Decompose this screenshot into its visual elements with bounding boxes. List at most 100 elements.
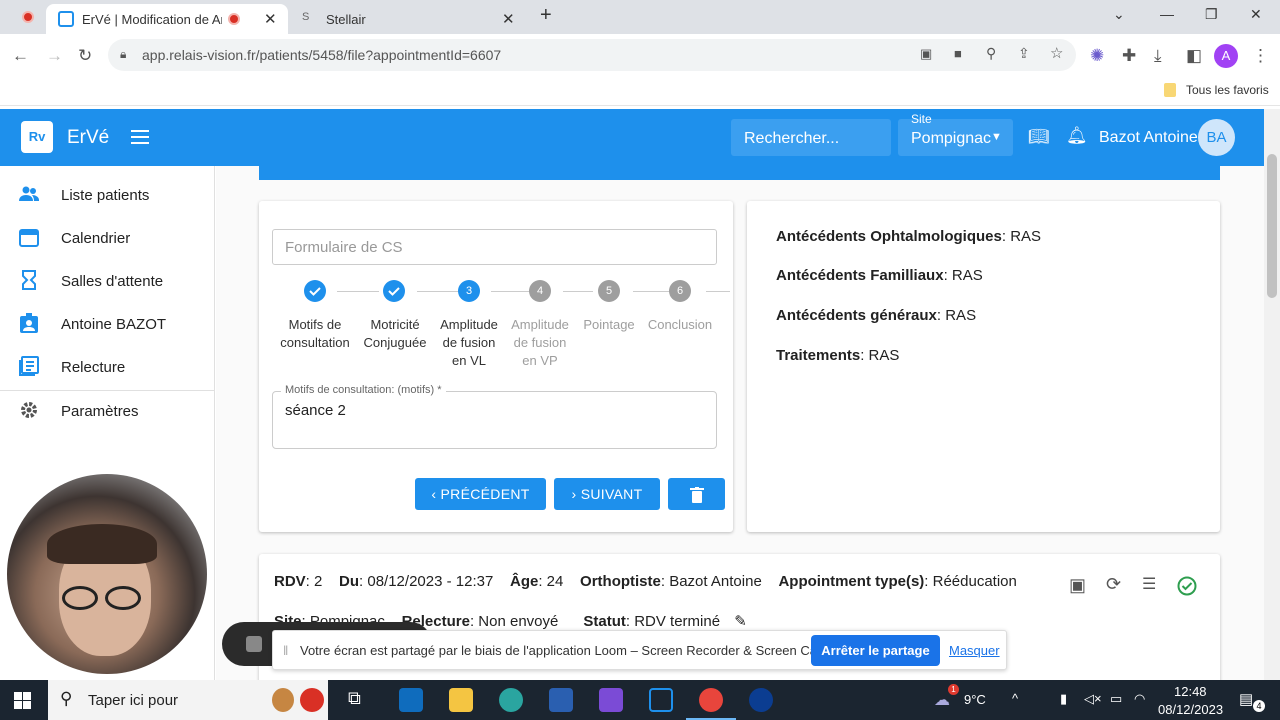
- next-button[interactable]: › SUIVANT: [554, 478, 660, 510]
- copilot-icon[interactable]: [599, 688, 623, 712]
- sidebar-item-settings[interactable]: Paramètres: [0, 390, 215, 433]
- status-ok-icon[interactable]: [1177, 576, 1197, 596]
- previous-button-label: PRÉCÉDENT: [440, 486, 530, 502]
- weather-icon[interactable]: ☁: [934, 690, 950, 710]
- windows-start-icon[interactable]: [14, 692, 31, 709]
- site-label: Site: [911, 112, 932, 126]
- doctolib-icon[interactable]: [749, 688, 773, 712]
- download-icon[interactable]: ⤓: [1154, 46, 1162, 66]
- back-icon[interactable]: ←: [12, 46, 29, 66]
- new-tab-icon[interactable]: +: [540, 4, 552, 27]
- step-5[interactable]: 5: [598, 280, 620, 302]
- screen-share-notice: ‖ Votre écran est partagé par le biais d…: [272, 630, 1007, 670]
- close-tab-icon[interactable]: ✕: [264, 10, 277, 28]
- user-name[interactable]: Bazot Antoine: [1099, 129, 1198, 147]
- sidebar-item-calendar[interactable]: Calendrier: [0, 217, 215, 260]
- bookmark-star-icon[interactable]: ☆: [1050, 44, 1063, 62]
- step-2-done[interactable]: [383, 280, 405, 302]
- sidebar-item-profile[interactable]: Antoine BAZOT: [0, 303, 215, 346]
- clock-date[interactable]: 08/12/2023: [1158, 702, 1223, 717]
- forward-icon[interactable]: →: [46, 46, 63, 66]
- webcam-glasses: [105, 586, 141, 610]
- keyboard-icon[interactable]: ▭: [1110, 691, 1122, 707]
- step-connector: [491, 291, 531, 292]
- step-label-line: Motifs de: [288, 317, 342, 332]
- mail-icon[interactable]: [399, 688, 423, 712]
- extension-icon[interactable]: ✺: [1090, 46, 1104, 66]
- tab-ervé[interactable]: ErVé | Modification de Anto ✕: [46, 4, 288, 34]
- stop-recording-icon[interactable]: [246, 636, 262, 652]
- main-content: Formulaire de CS 3 4 5 6 Motifs de consul…: [216, 166, 1264, 694]
- tray-chevron-icon[interactable]: ^: [1012, 691, 1018, 706]
- step-label-line: en VL: [452, 353, 486, 368]
- step-4[interactable]: 4: [529, 280, 551, 302]
- zoom-icon[interactable]: ⚲: [986, 45, 996, 62]
- drag-handle-icon[interactable]: ‖: [283, 643, 288, 658]
- bell-icon[interactable]: 🔔︎: [1066, 126, 1088, 146]
- minimize-icon[interactable]: —: [1160, 6, 1174, 22]
- tab-search-icon[interactable]: ⌄: [1113, 6, 1125, 23]
- motifs-field[interactable]: Motifs de consultation: (motifs) * séanc…: [272, 384, 717, 449]
- age-value: : 24: [538, 573, 564, 590]
- task-view-icon[interactable]: ⧉: [348, 688, 372, 712]
- taskbar-search[interactable]: ⚲ Taper ici pour: [48, 680, 328, 720]
- history-familial: Antécédents Familliaux: RAS: [776, 267, 983, 284]
- menu-icon[interactable]: [131, 130, 149, 144]
- side-panel-icon[interactable]: ◧: [1186, 46, 1202, 66]
- clock-time[interactable]: 12:48: [1174, 684, 1207, 699]
- close-window-icon[interactable]: ✕: [1250, 6, 1262, 23]
- sidebar-item-waiting-rooms[interactable]: Salles d'attente: [0, 260, 215, 303]
- book-icon[interactable]: 📖︎: [1028, 127, 1050, 147]
- puzzle-icon[interactable]: ✚: [1122, 46, 1136, 66]
- app-logo[interactable]: Rv: [21, 121, 53, 153]
- tab-stellair[interactable]: S Stellair ✕: [290, 4, 526, 34]
- scrollbar-thumb[interactable]: [1267, 154, 1277, 298]
- share-icon[interactable]: ⇪: [1018, 45, 1030, 62]
- previous-button[interactable]: ‹ PRÉCÉDENT: [415, 478, 546, 510]
- sidebar-item-relecture[interactable]: Relecture: [0, 346, 215, 389]
- wifi-icon[interactable]: ◠: [1134, 691, 1145, 707]
- search-icon: ⚲: [60, 689, 73, 708]
- calendar-icon: [19, 229, 39, 247]
- reload-icon[interactable]: ↻: [78, 46, 92, 66]
- sidebar-item-patients[interactable]: Liste patients: [0, 174, 215, 217]
- delete-button[interactable]: [668, 478, 725, 510]
- store-icon[interactable]: [549, 688, 573, 712]
- more-menu-icon[interactable]: ⋮: [1252, 46, 1269, 66]
- chrome-icon[interactable]: [699, 688, 723, 712]
- notification-count: 4: [1253, 700, 1265, 712]
- temperature[interactable]: 9°C: [964, 692, 986, 707]
- ervé-app-icon[interactable]: [649, 688, 673, 712]
- payment-icon[interactable]: ▣: [1069, 575, 1086, 596]
- notification-icon[interactable]: ▤: [1239, 690, 1253, 708]
- volume-icon[interactable]: ◁×: [1084, 691, 1102, 707]
- hide-link[interactable]: Masquer: [949, 643, 1000, 658]
- step-6[interactable]: 6: [669, 280, 691, 302]
- form-template-select[interactable]: Formulaire de CS: [272, 229, 717, 265]
- camera-icon[interactable]: ■: [954, 46, 962, 61]
- check-icon: [309, 287, 321, 296]
- step-3-active[interactable]: 3: [458, 280, 480, 302]
- restore-icon[interactable]: ❐: [1205, 6, 1218, 23]
- site-select[interactable]: Site Pompignac ▼: [898, 112, 1013, 156]
- chevron-right-icon: ›: [571, 486, 581, 502]
- profile-avatar[interactable]: A: [1214, 44, 1238, 68]
- step-1-done[interactable]: [304, 280, 326, 302]
- close-tab-icon[interactable]: ✕: [502, 10, 515, 28]
- page-scrollbar[interactable]: [1264, 109, 1280, 680]
- sync-icon[interactable]: ⟳: [1106, 574, 1121, 595]
- edit-pencil-icon[interactable]: ✎: [734, 613, 747, 630]
- user-avatar[interactable]: BA: [1198, 119, 1235, 156]
- edge-icon[interactable]: [499, 688, 523, 712]
- checklist-icon[interactable]: ☰: [1142, 574, 1156, 594]
- sidebar-item-label: Relecture: [61, 359, 126, 376]
- battery-icon[interactable]: ▮: [1060, 691, 1067, 707]
- webcam-bubble[interactable]: [7, 474, 207, 674]
- file-explorer-icon[interactable]: [449, 688, 473, 712]
- stop-sharing-button[interactable]: Arrêter le partage: [811, 635, 940, 666]
- url-bar[interactable]: 🔒︎ app.relais-vision.fr/patients/5458/fi…: [108, 39, 1076, 71]
- address-bar-row: ← → ↻ 🔒︎ app.relais-vision.fr/patients/5…: [0, 34, 1280, 76]
- search-field[interactable]: Rechercher...: [731, 119, 891, 156]
- site-info-icon[interactable]: ▣: [920, 46, 932, 62]
- all-bookmarks-link[interactable]: Tous les favoris: [1186, 83, 1269, 97]
